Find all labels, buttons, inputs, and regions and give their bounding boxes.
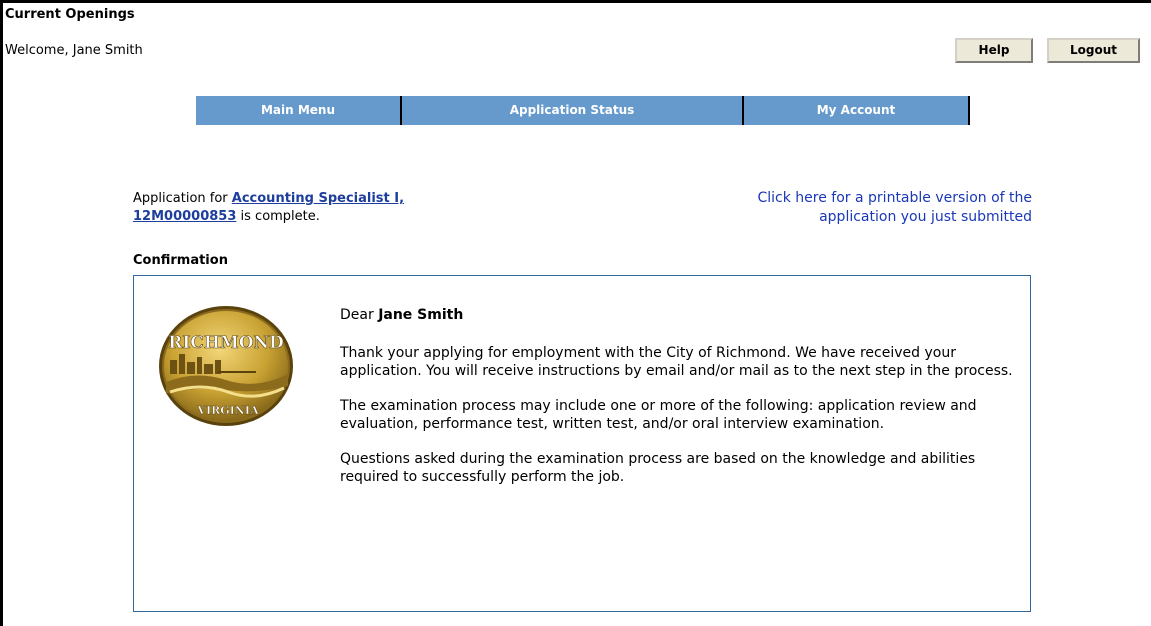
- application-suffix: is complete.: [236, 209, 320, 224]
- recipient-name: Jane Smith: [378, 307, 464, 323]
- top-border: [0, 0, 1151, 3]
- nav-my-account[interactable]: My Account: [744, 96, 970, 125]
- application-status-line: Application for Accounting Specialist I,…: [133, 190, 404, 226]
- confirmation-heading: Confirmation: [133, 253, 228, 268]
- main-nav: Main Menu Application Status My Account: [196, 96, 970, 125]
- letter-paragraph-1: Thank your applying for employment with …: [340, 345, 1013, 379]
- help-button[interactable]: Help: [955, 38, 1033, 63]
- job-title-link[interactable]: Accounting Specialist I,: [232, 191, 404, 206]
- job-number-link[interactable]: 12M00000853: [133, 209, 236, 224]
- seal-top-text: RICHMOND: [168, 333, 284, 353]
- nav-application-status[interactable]: Application Status: [402, 96, 744, 125]
- letter-paragraph-3: Questions asked during the examination p…: [340, 451, 976, 485]
- confirmation-box: RICHMOND VIRGINIA Dear Jane Smith Thank …: [133, 275, 1031, 612]
- letter-paragraph-2: The examination process may include one …: [340, 398, 977, 432]
- greeting-prefix: Dear: [340, 307, 379, 323]
- welcome-text: Welcome, Jane Smith: [5, 43, 143, 58]
- left-border: [0, 0, 3, 626]
- printable-version-link[interactable]: Click here for a printable version of th…: [612, 189, 1033, 227]
- print-link-line1[interactable]: Click here for a printable version of th…: [758, 190, 1033, 206]
- city-seal-logo: RICHMOND VIRGINIA: [159, 306, 293, 426]
- application-prefix: Application for: [133, 191, 232, 206]
- nav-main-menu[interactable]: Main Menu: [196, 96, 402, 125]
- print-link-line2[interactable]: application you just submitted: [819, 209, 1032, 225]
- logout-button[interactable]: Logout: [1047, 38, 1140, 63]
- seal-bottom-text: VIRGINIA: [196, 404, 259, 417]
- confirmation-letter: Dear Jane Smith Thank your applying for …: [340, 306, 1025, 503]
- letter-greeting: Dear Jane Smith: [340, 306, 1025, 324]
- page-title: Current Openings: [5, 7, 135, 22]
